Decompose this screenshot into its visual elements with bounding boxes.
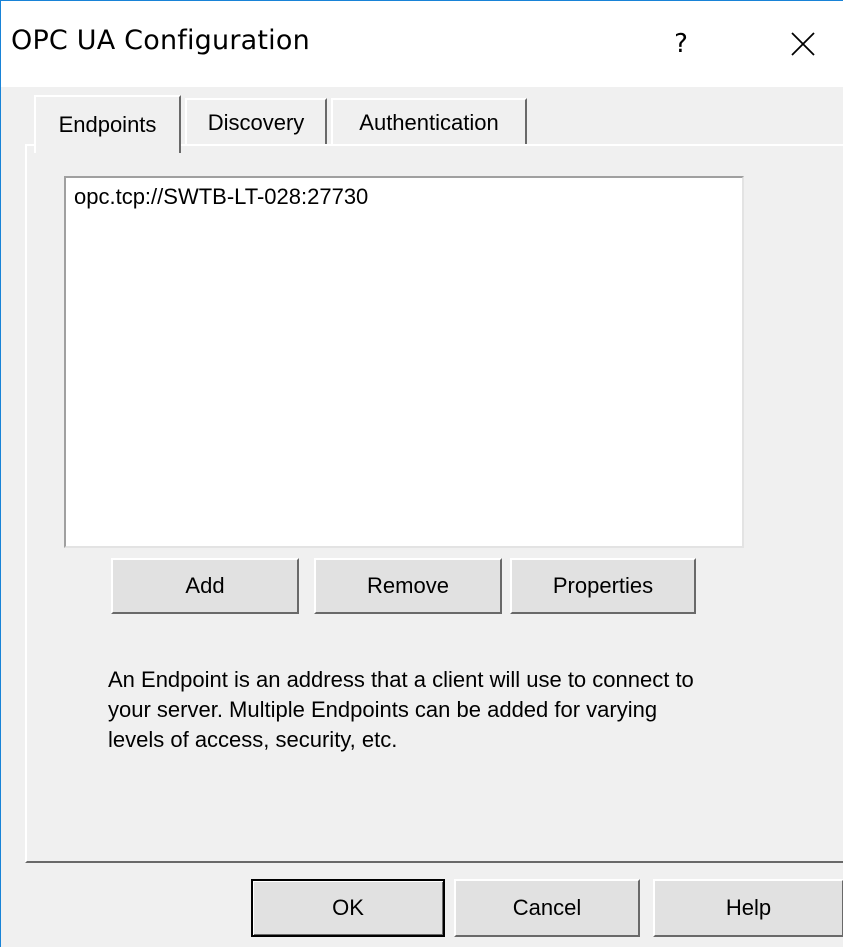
close-icon: [790, 32, 815, 56]
title-help-button[interactable]: ?: [641, 1, 721, 87]
properties-button[interactable]: Properties: [510, 558, 696, 614]
tab-discovery[interactable]: Discovery: [185, 98, 327, 146]
remove-button[interactable]: Remove: [314, 558, 502, 614]
ok-button[interactable]: OK: [251, 879, 445, 937]
opc-ua-configuration-dialog: OPC UA Configuration ? Endpoints Discove…: [0, 0, 843, 947]
cancel-button[interactable]: Cancel: [454, 879, 640, 937]
close-button[interactable]: [761, 1, 843, 87]
title-bar: OPC UA Configuration ?: [1, 1, 843, 87]
tab-endpoints[interactable]: Endpoints: [34, 95, 181, 153]
tab-authentication[interactable]: Authentication: [331, 98, 527, 146]
endpoint-list[interactable]: opc.tcp://SWTB-LT-028:27730: [64, 176, 744, 548]
endpoint-description: An Endpoint is an address that a client …: [108, 667, 694, 752]
add-button[interactable]: Add: [111, 558, 299, 614]
help-button[interactable]: Help: [653, 879, 843, 937]
window-title: OPC UA Configuration: [11, 25, 310, 56]
list-item[interactable]: opc.tcp://SWTB-LT-028:27730: [74, 184, 368, 210]
